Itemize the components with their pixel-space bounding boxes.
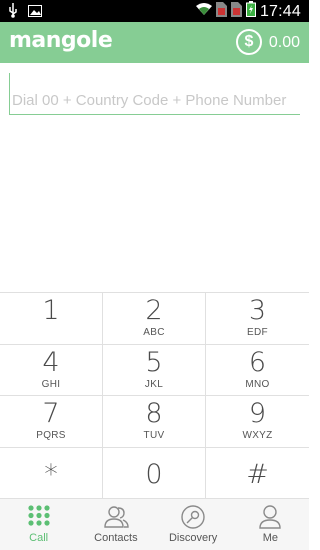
tab-me[interactable]: Me xyxy=(232,499,309,550)
key-1[interactable]: 1 xyxy=(0,293,103,345)
key-9[interactable]: 9 WXYZ xyxy=(206,396,309,448)
key-star[interactable]: * xyxy=(0,447,103,499)
contacts-icon xyxy=(102,504,130,530)
key-digit: 6 xyxy=(248,346,267,378)
key-digit: * xyxy=(44,458,58,490)
key-digit: 3 xyxy=(248,295,267,326)
wifi-icon xyxy=(195,2,212,21)
key-3[interactable]: 3 EDF xyxy=(206,293,309,345)
bottom-tab-bar: Call Contacts Discovery Me xyxy=(0,498,309,550)
key-digit: 7 xyxy=(42,398,60,429)
key-8[interactable]: 8 TUV xyxy=(103,396,206,448)
dollar-icon[interactable]: $ xyxy=(236,29,262,55)
key-letters: ABC xyxy=(143,327,165,338)
key-letters: TUV xyxy=(143,430,165,441)
key-letters: WXYZ xyxy=(242,430,273,441)
tab-label: Me xyxy=(262,532,279,544)
sim-icon xyxy=(215,1,227,22)
dial-keypad: 1 2 ABC 3 EDF 4 GHI 5 JKL 6 MNO 7 PQRS 8… xyxy=(0,292,309,500)
key-letters: PQRS xyxy=(36,430,66,441)
key-5[interactable]: 5 JKL xyxy=(103,344,206,396)
status-bar: 17:44 xyxy=(0,0,309,22)
tab-label: Call xyxy=(29,532,49,544)
usb-icon xyxy=(8,3,18,23)
key-digit: 2 xyxy=(145,295,163,326)
tab-label: Contacts xyxy=(94,532,138,544)
key-digit: 9 xyxy=(248,398,267,429)
key-6[interactable]: 6 MNO xyxy=(206,345,309,396)
dialpad-icon xyxy=(25,504,53,530)
key-digit: 0 xyxy=(145,458,163,490)
image-icon xyxy=(28,4,42,22)
key-hash[interactable]: # xyxy=(206,448,309,500)
key-digit: 5 xyxy=(145,346,163,378)
key-0[interactable]: 0 xyxy=(103,447,206,499)
key-letters: MNO xyxy=(245,378,270,390)
compass-icon xyxy=(179,504,207,530)
tab-label: Discovery xyxy=(168,532,218,544)
key-digit: 4 xyxy=(42,346,60,378)
app-bar: mangole $ 0.00 xyxy=(0,22,309,63)
tab-call[interactable]: Call xyxy=(0,499,77,550)
key-7[interactable]: 7 PQRS xyxy=(0,396,103,448)
status-clock: 17:44 xyxy=(259,2,301,20)
tab-discovery[interactable]: Discovery xyxy=(155,499,232,550)
balance-amount[interactable]: 0.00 xyxy=(269,34,300,52)
key-digit: 8 xyxy=(145,398,163,429)
key-digit: # xyxy=(246,458,269,490)
key-letters: JKL xyxy=(144,378,164,390)
key-letters: EDF xyxy=(247,327,268,338)
app-logo: mangole xyxy=(9,28,113,53)
key-4[interactable]: 4 GHI xyxy=(0,344,103,396)
key-2[interactable]: 2 ABC xyxy=(103,293,206,345)
key-digit: 1 xyxy=(42,295,60,326)
tab-contacts[interactable]: Contacts xyxy=(77,499,154,550)
person-icon xyxy=(256,504,284,530)
key-letters: GHI xyxy=(41,378,61,390)
dial-number-input[interactable] xyxy=(9,73,300,115)
sim-icon xyxy=(230,1,242,22)
battery-charging-icon xyxy=(245,1,256,22)
